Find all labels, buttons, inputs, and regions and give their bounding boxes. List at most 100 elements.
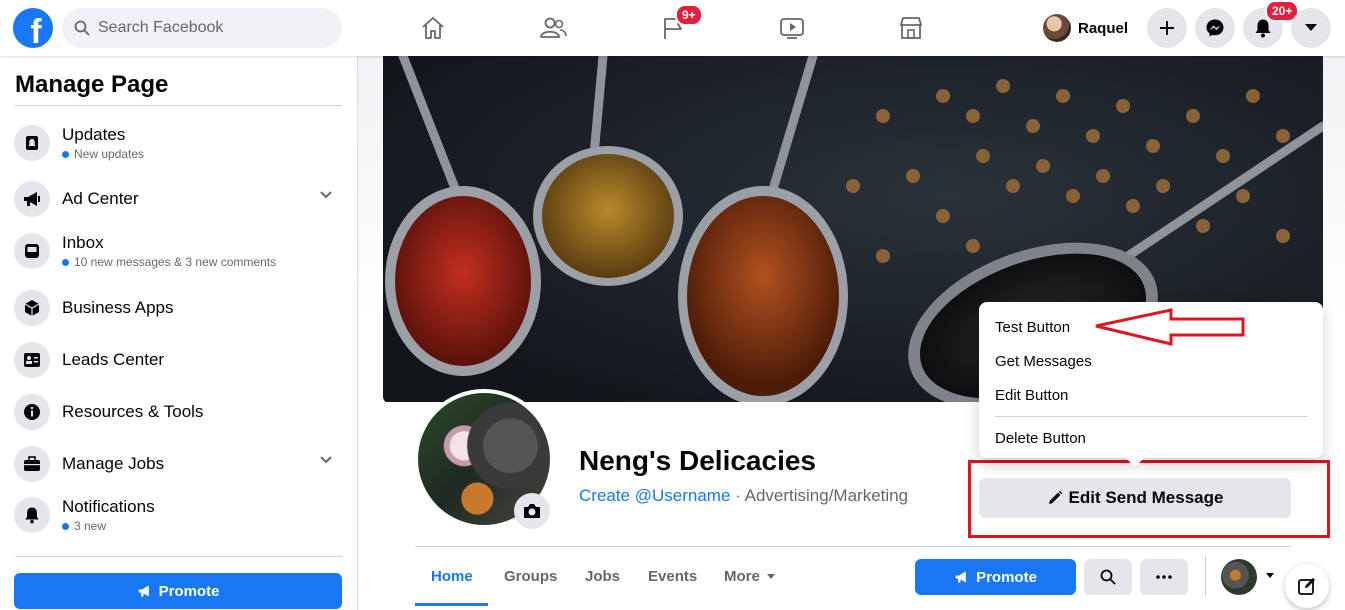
bell-icon bbox=[14, 497, 50, 533]
menu-item-edit-button[interactable]: Edit Button bbox=[995, 387, 1068, 404]
camera-icon bbox=[524, 504, 540, 518]
megaphone-icon bbox=[14, 181, 50, 217]
messenger-icon bbox=[1206, 19, 1224, 37]
megaphone-icon bbox=[138, 585, 149, 597]
unread-dot bbox=[62, 522, 69, 530]
page-title: Neng's Delicacies bbox=[579, 445, 817, 476]
home-icon bbox=[422, 17, 444, 39]
unread-dot bbox=[62, 150, 69, 158]
messenger-button[interactable] bbox=[1195, 8, 1235, 48]
friends-icon bbox=[540, 17, 567, 38]
notifications-button[interactable]: 20+ bbox=[1243, 0, 1300, 48]
pages-badge: 9+ bbox=[675, 4, 703, 26]
store-icon bbox=[900, 17, 922, 39]
avatar bbox=[1043, 14, 1071, 42]
sidebar-item-subtext: New updates bbox=[62, 147, 144, 161]
tabs-divider bbox=[415, 546, 1290, 547]
create-button[interactable] bbox=[1147, 8, 1187, 48]
sidebar-divider bbox=[15, 556, 342, 557]
chevron-down-icon[interactable] bbox=[319, 190, 333, 200]
caret-down-icon bbox=[1305, 24, 1317, 31]
tab-jobs[interactable]: Jobs bbox=[585, 568, 620, 585]
promote-button[interactable]: Promote bbox=[915, 559, 1076, 595]
compose-icon bbox=[1298, 578, 1315, 595]
tab-more[interactable]: More bbox=[724, 568, 776, 585]
friends-nav-button[interactable] bbox=[531, 8, 575, 48]
sidebar-item-label: Manage Jobs bbox=[62, 454, 165, 473]
sidebar-item-business-apps[interactable]: Business Apps bbox=[10, 283, 345, 333]
bell-icon bbox=[1255, 19, 1271, 38]
menu-item-test-button[interactable]: Test Button bbox=[995, 319, 1070, 336]
promote-label: Promote bbox=[976, 568, 1037, 586]
sidebar-item-subtext: 3 new bbox=[62, 519, 155, 533]
menu-divider bbox=[995, 416, 1307, 417]
menu-item-delete-button[interactable]: Delete Button bbox=[995, 430, 1086, 447]
create-username-link[interactable]: Create @Username bbox=[579, 486, 730, 505]
more-options-button[interactable] bbox=[1140, 559, 1188, 595]
more-dots-icon bbox=[1156, 575, 1172, 579]
vertical-separator bbox=[1205, 556, 1206, 596]
sidebar-item-leads-center[interactable]: Leads Center bbox=[10, 335, 345, 385]
search-input[interactable] bbox=[98, 19, 318, 37]
page-avatar-switch[interactable] bbox=[1221, 559, 1257, 595]
sidebar-item-subtext: 10 new messages & 3 new comments bbox=[62, 255, 276, 269]
id-card-icon bbox=[14, 342, 50, 378]
tab-home[interactable]: Home bbox=[431, 568, 473, 585]
user-name: Raquel bbox=[1078, 19, 1129, 37]
sidebar-item-ad-center[interactable]: Ad Center bbox=[10, 174, 345, 224]
pages-nav-button[interactable]: 9+ bbox=[651, 4, 703, 48]
sidebar-divider bbox=[15, 105, 342, 106]
watch-nav-button[interactable] bbox=[770, 8, 814, 48]
search-page-button[interactable] bbox=[1084, 559, 1132, 595]
new-message-button[interactable] bbox=[1285, 564, 1329, 608]
megaphone-icon bbox=[955, 571, 966, 583]
menu-item-get-messages[interactable]: Get Messages bbox=[995, 353, 1092, 370]
caret-down-icon[interactable] bbox=[1265, 572, 1275, 580]
annotation-highlight-box bbox=[968, 460, 1330, 538]
sidebar-item-label: Notifications bbox=[62, 497, 155, 516]
manage-page-sidebar: Manage Page Updates New updates Ad Cente… bbox=[0, 56, 358, 610]
inbox-icon bbox=[14, 233, 50, 269]
sidebar-item-manage-jobs[interactable]: Manage Jobs bbox=[10, 439, 345, 489]
top-navigation-bar: f 9+ Raquel 20+ bbox=[0, 0, 1345, 56]
account-menu-button[interactable] bbox=[1291, 8, 1331, 48]
sidebar-item-resources-tools[interactable]: Resources & Tools bbox=[10, 387, 345, 437]
sidebar-promote-label: Promote bbox=[158, 582, 220, 600]
sidebar-title: Manage Page bbox=[15, 71, 169, 98]
chevron-down-icon[interactable] bbox=[319, 455, 333, 465]
unread-dot bbox=[62, 258, 69, 266]
home-nav-button[interactable] bbox=[411, 8, 455, 48]
menu-caret bbox=[1126, 458, 1144, 467]
sidebar-item-inbox[interactable]: Inbox 10 new messages & 3 new comments bbox=[10, 226, 345, 276]
caret-down-icon bbox=[766, 573, 775, 579]
sidebar-item-label: Updates bbox=[62, 125, 126, 144]
annotation-arrow bbox=[1095, 308, 1245, 346]
cube-icon bbox=[14, 290, 50, 326]
plus-icon bbox=[1160, 21, 1174, 35]
search-icon bbox=[1100, 569, 1116, 585]
marketplace-nav-button[interactable] bbox=[889, 8, 933, 48]
sidebar-item-updates[interactable]: Updates New updates bbox=[10, 118, 345, 168]
page-category: · Advertising/Marketing bbox=[730, 486, 909, 505]
update-profile-picture-button[interactable] bbox=[514, 493, 550, 529]
sidebar-item-label: Leads Center bbox=[62, 350, 165, 369]
updates-icon bbox=[14, 125, 50, 161]
tab-events[interactable]: Events bbox=[648, 568, 697, 585]
search-bar[interactable] bbox=[62, 8, 342, 48]
tab-more-label: More bbox=[724, 568, 760, 585]
sidebar-item-label: Resources & Tools bbox=[62, 402, 204, 421]
info-icon bbox=[14, 394, 50, 430]
sidebar-item-label: Business Apps bbox=[62, 298, 174, 317]
sidebar-item-label: Inbox bbox=[62, 233, 104, 252]
sidebar-promote-button[interactable]: Promote bbox=[14, 573, 342, 609]
sidebar-item-notifications[interactable]: Notifications 3 new bbox=[10, 490, 345, 540]
profile-chip[interactable]: Raquel bbox=[1043, 10, 1128, 46]
facebook-logo-icon[interactable]: f bbox=[13, 8, 53, 48]
sidebar-item-label: Ad Center bbox=[62, 189, 139, 208]
video-play-icon bbox=[780, 18, 804, 39]
briefcase-icon bbox=[14, 446, 50, 482]
search-icon bbox=[74, 20, 90, 36]
page-subtitle: Create @Username · Advertising/Marketing bbox=[579, 486, 908, 506]
active-tab-indicator bbox=[415, 603, 488, 606]
tab-groups[interactable]: Groups bbox=[504, 568, 557, 585]
